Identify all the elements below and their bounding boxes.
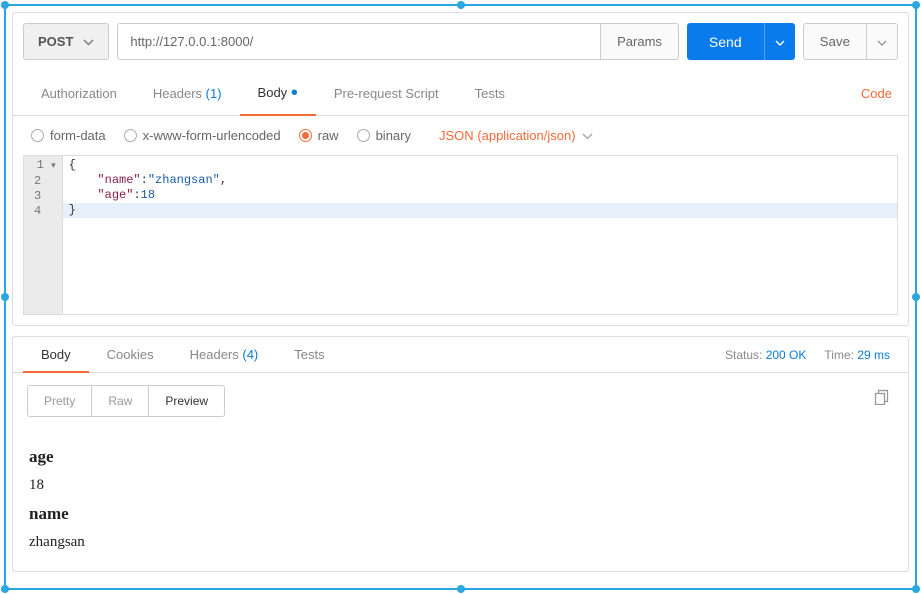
view-mode-raw[interactable]: Raw (92, 386, 149, 416)
tab-headers-label: Headers (190, 347, 239, 362)
radio-label: x-www-form-urlencoded (143, 128, 281, 143)
tab-body[interactable]: Body • (240, 72, 316, 115)
tab-body-label: Body (258, 85, 288, 100)
view-mode-pretty[interactable]: Pretty (28, 386, 92, 416)
request-tabs: Authorization Headers (1) Body • Pre-req… (13, 72, 908, 116)
chevron-down-icon (775, 34, 785, 49)
radio-urlencoded[interactable]: x-www-form-urlencoded (124, 128, 281, 143)
view-modes: Pretty Raw Preview (27, 385, 225, 417)
body-editor[interactable]: 1 ▾ 2 3 4 { "name":"zhangsan", "age":18 … (23, 155, 898, 315)
tab-response-cookies[interactable]: Cookies (89, 337, 172, 372)
content-type-select[interactable]: JSON (application/json) (439, 128, 593, 143)
radio-label: binary (376, 128, 411, 143)
headers-count: (4) (242, 347, 258, 362)
tab-prerequest[interactable]: Pre-request Script (316, 76, 457, 111)
status-label: Status: (725, 348, 762, 362)
radio-form-data[interactable]: form-data (31, 128, 106, 143)
tab-response-tests[interactable]: Tests (276, 337, 342, 372)
radio-binary[interactable]: binary (357, 128, 411, 143)
radio-label: form-data (50, 128, 106, 143)
preview-value-name: zhangsan (29, 534, 892, 551)
save-group: Save (803, 23, 898, 60)
copy-icon[interactable] (874, 389, 890, 408)
content-type-label: JSON (application/json) (439, 128, 576, 143)
view-mode-preview[interactable]: Preview (149, 386, 224, 416)
chevron-down-icon (877, 34, 887, 49)
status-block: Status: 200 OK (725, 348, 806, 362)
editor-code[interactable]: { "name":"zhangsan", "age":18 } (63, 156, 897, 314)
tab-response-headers[interactable]: Headers (4) (172, 337, 277, 372)
radio-icon (357, 129, 370, 142)
status-value: 200 OK (766, 348, 807, 362)
response-preview: age 18 name zhangsan (13, 429, 908, 571)
body-dirty-dot: • (291, 82, 298, 104)
url-group: Params (117, 23, 679, 60)
time-block: Time: 29 ms (824, 348, 890, 362)
editor-gutter: 1 ▾ 2 3 4 (24, 156, 63, 314)
preview-heading-age: age (29, 447, 892, 467)
radio-icon (299, 129, 312, 142)
tab-authorization[interactable]: Authorization (23, 76, 135, 111)
save-button[interactable]: Save (803, 23, 867, 60)
method-label: POST (38, 34, 73, 49)
request-panel: POST Params Send Save (12, 12, 909, 326)
chevron-down-icon (582, 128, 593, 143)
radio-label: raw (318, 128, 339, 143)
preview-heading-name: name (29, 504, 892, 524)
save-dropdown[interactable] (867, 23, 898, 60)
code-link[interactable]: Code (855, 76, 898, 111)
body-type-row: form-data x-www-form-urlencoded raw bina… (13, 116, 908, 155)
time-label: Time: (824, 348, 854, 362)
time-value: 29 ms (857, 348, 890, 362)
tab-response-body[interactable]: Body (23, 337, 89, 372)
send-group: Send (687, 23, 795, 60)
radio-icon (31, 129, 44, 142)
chevron-down-icon (83, 34, 94, 49)
send-dropdown[interactable] (764, 23, 795, 60)
url-input[interactable] (117, 23, 601, 60)
response-panel: Body Cookies Headers (4) Tests Status: 2… (12, 336, 909, 572)
radio-icon (124, 129, 137, 142)
response-tabs: Body Cookies Headers (4) Tests Status: 2… (13, 337, 908, 373)
params-button[interactable]: Params (601, 23, 679, 60)
view-mode-row: Pretty Raw Preview (13, 373, 908, 429)
tab-tests[interactable]: Tests (457, 76, 523, 111)
headers-count: (1) (206, 86, 222, 101)
status-info: Status: 200 OK Time: 29 ms (725, 348, 898, 362)
preview-value-age: 18 (29, 477, 892, 494)
method-select[interactable]: POST (23, 23, 109, 60)
request-bar: POST Params Send Save (13, 13, 908, 60)
send-button[interactable]: Send (687, 23, 764, 60)
radio-raw[interactable]: raw (299, 128, 339, 143)
tab-headers[interactable]: Headers (1) (135, 76, 240, 111)
tab-headers-label: Headers (153, 86, 202, 101)
